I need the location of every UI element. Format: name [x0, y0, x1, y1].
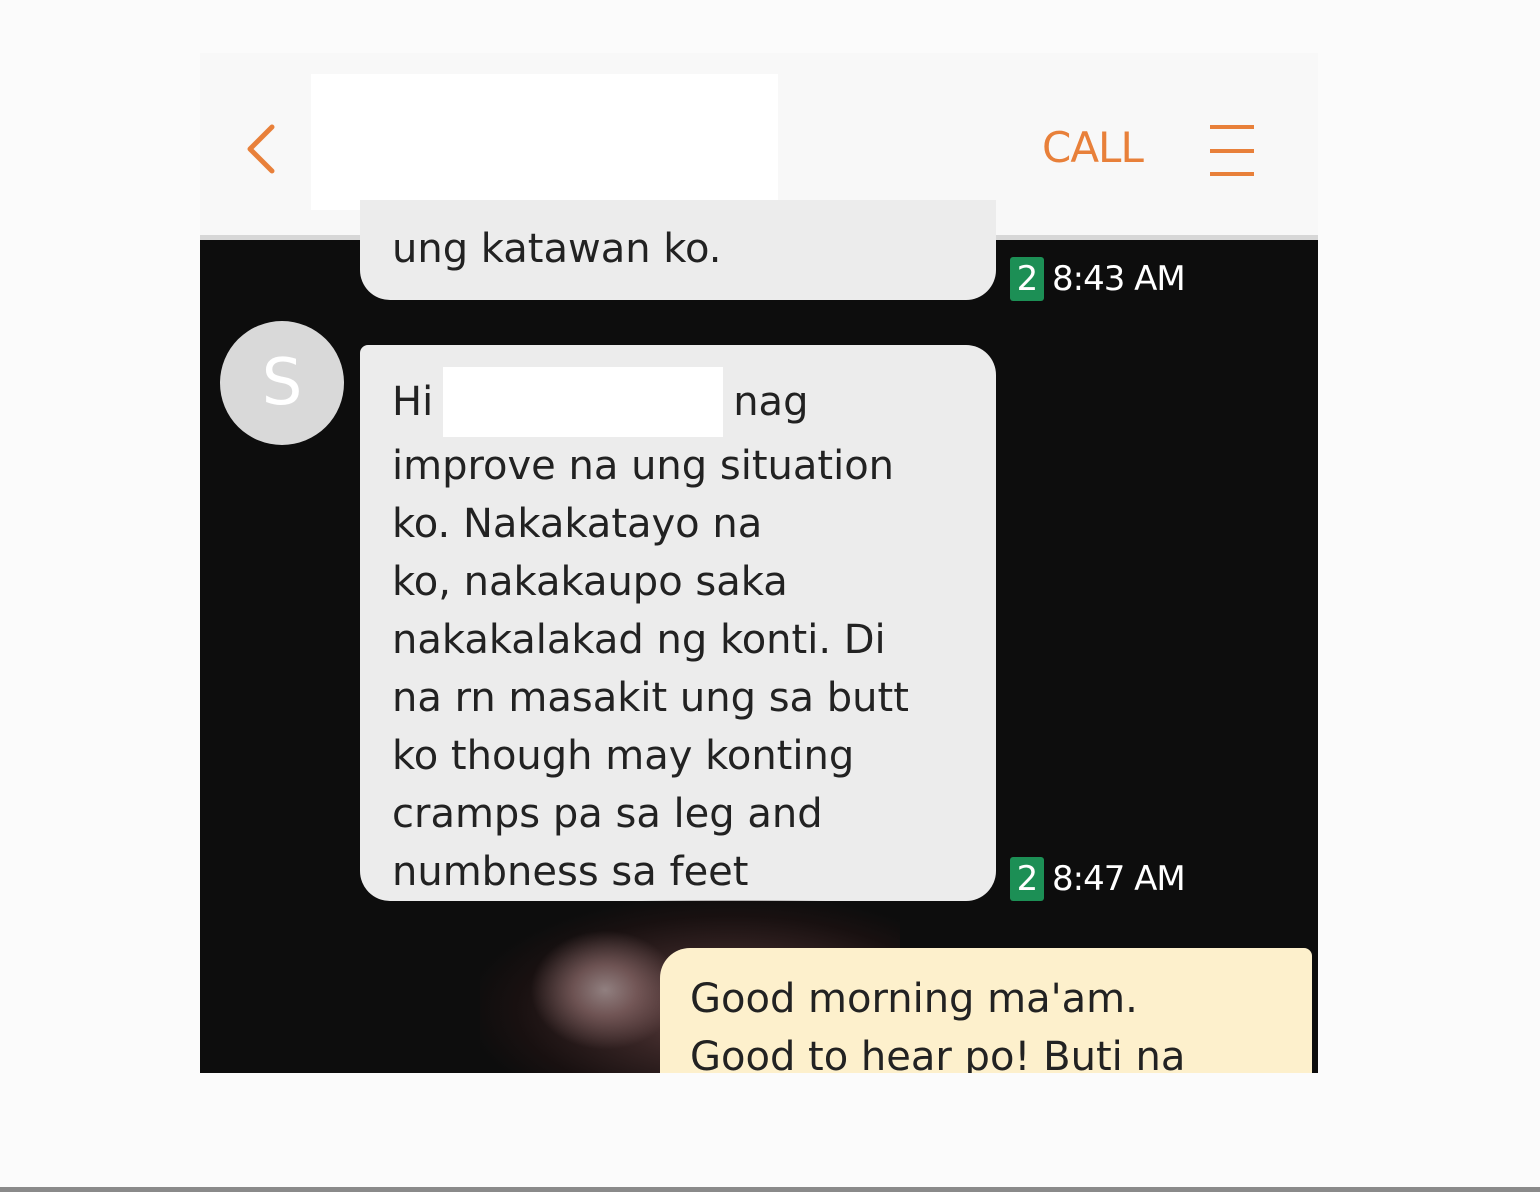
bottom-divider — [0, 1187, 1540, 1192]
message-meta: 2 8:47 AM — [1010, 857, 1186, 901]
call-button[interactable]: CALL — [1042, 123, 1144, 172]
message-meta: 2 8:43 AM — [1010, 257, 1186, 301]
back-button[interactable] — [240, 119, 284, 179]
message-line: nakakalakad ng konti. Di — [392, 617, 886, 663]
message-line: Good to hear po! Buti na — [690, 1034, 1186, 1073]
wallpaper-flower-highlight — [530, 930, 680, 1050]
message-time: 8:47 AM — [1052, 859, 1186, 899]
message-line: ko, nakakaupo saka — [392, 559, 788, 605]
message-time: 8:43 AM — [1052, 259, 1186, 299]
message-bubble-outgoing[interactable]: Good morning ma'am. Good to hear po! But… — [660, 948, 1312, 1073]
message-text: Hi — [392, 379, 434, 425]
message-line: na rn masakit ung sa butt — [392, 675, 909, 721]
message-text: nag — [733, 379, 809, 425]
avatar[interactable]: S — [220, 321, 344, 445]
menu-button[interactable] — [1208, 123, 1256, 179]
chevron-left-icon — [247, 124, 275, 174]
sim-badge: 2 — [1010, 857, 1044, 901]
redacted-name — [443, 367, 724, 437]
chat-screen: CALL ung katawan ko. 2 8:43 AM S Hi nag im… — [200, 53, 1318, 1073]
message-line: cramps pa sa leg and — [392, 791, 823, 837]
sim-badge: 2 — [1010, 257, 1044, 301]
message-bubble-incoming[interactable]: ung katawan ko. — [360, 200, 996, 300]
message-line: Hi nag — [392, 367, 966, 437]
message-bubble-incoming[interactable]: Hi nag improve na ung situation ko. Nakak… — [360, 345, 996, 901]
message-line: Good morning ma'am. — [690, 976, 1138, 1022]
hamburger-menu-icon — [1210, 125, 1254, 176]
message-line: ko. Nakakatayo na — [392, 501, 763, 547]
message-text: ung katawan ko. — [392, 226, 722, 272]
message-list[interactable]: ung katawan ko. 2 8:43 AM S Hi nag improve… — [200, 200, 1318, 1073]
message-line: improve na ung situation — [392, 443, 895, 489]
redacted-contact-name — [311, 74, 778, 210]
message-line: numbness sa feet — [392, 849, 749, 895]
message-line: ko though may konting — [392, 733, 855, 779]
